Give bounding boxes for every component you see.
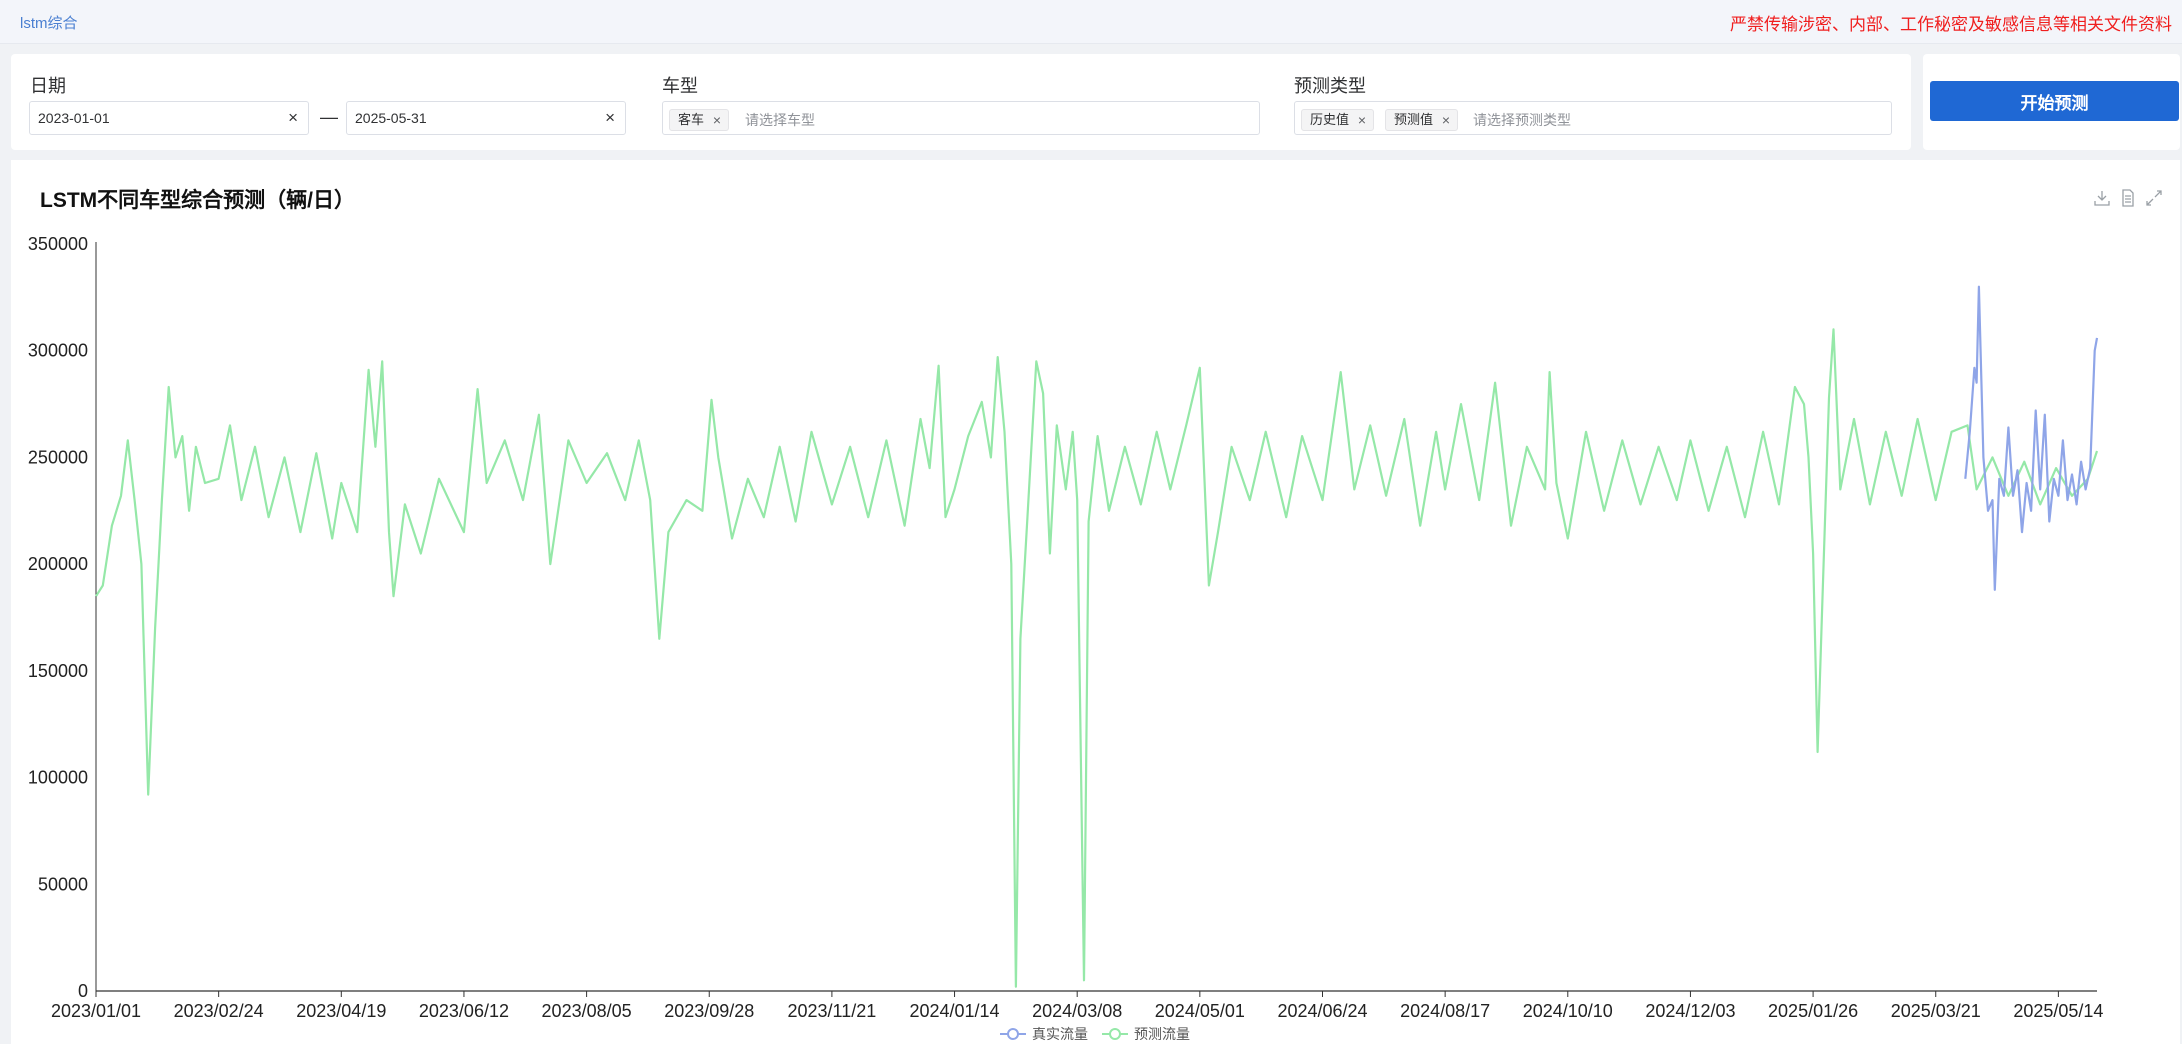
- x-tick-label: 2024/12/03: [1645, 1001, 1735, 1021]
- x-tick-label: 2024/06/24: [1277, 1001, 1367, 1021]
- x-tick-label: 2023/06/12: [419, 1001, 509, 1021]
- legend-pred-label[interactable]: 预测流量: [1134, 1026, 1190, 1042]
- x-tick-label: 2023/02/24: [174, 1001, 264, 1021]
- predicted-flow-line: [95, 328, 2099, 988]
- x-tick-label: 2023/01/01: [51, 1001, 141, 1021]
- x-tick-label: 2023/08/05: [542, 1001, 632, 1021]
- x-tick-label: 2024/01/14: [909, 1001, 999, 1021]
- traffic-line-chart: 0 50000 100000 150000 200000 250000 300000 3500…: [28, 234, 2104, 1042]
- y-tick-label: 350000: [28, 234, 88, 254]
- x-tick-label: 2024/03/08: [1032, 1001, 1122, 1021]
- x-tick-label: 2024/05/01: [1155, 1001, 1245, 1021]
- y-tick-label: 300000: [28, 341, 88, 361]
- x-tick-label: 2025/03/21: [1891, 1001, 1981, 1021]
- x-tick-label: 2023/04/19: [296, 1001, 386, 1021]
- legend-pred-marker-icon: [1109, 1028, 1121, 1040]
- x-tick-label: 2024/08/17: [1400, 1001, 1490, 1021]
- y-tick-label: 250000: [28, 447, 88, 467]
- y-tick-label: 150000: [28, 661, 88, 681]
- y-tick-label: 50000: [38, 874, 88, 894]
- real-flow-line: [1964, 285, 2099, 591]
- x-tick-label: 2024/10/10: [1523, 1001, 1613, 1021]
- legend-real-marker-icon: [1007, 1028, 1019, 1040]
- x-tick-label: 2025/01/26: [1768, 1001, 1858, 1021]
- y-tick-label: 100000: [28, 768, 88, 788]
- x-tick-label: 2023/09/28: [664, 1001, 754, 1021]
- x-tick-label: 2025/05/14: [2013, 1001, 2103, 1021]
- x-tick-label: 2023/11/21: [788, 1001, 877, 1021]
- y-tick-label: 200000: [28, 554, 88, 574]
- legend-real-label[interactable]: 真实流量: [1032, 1026, 1088, 1042]
- y-tick-label: 0: [78, 981, 88, 1001]
